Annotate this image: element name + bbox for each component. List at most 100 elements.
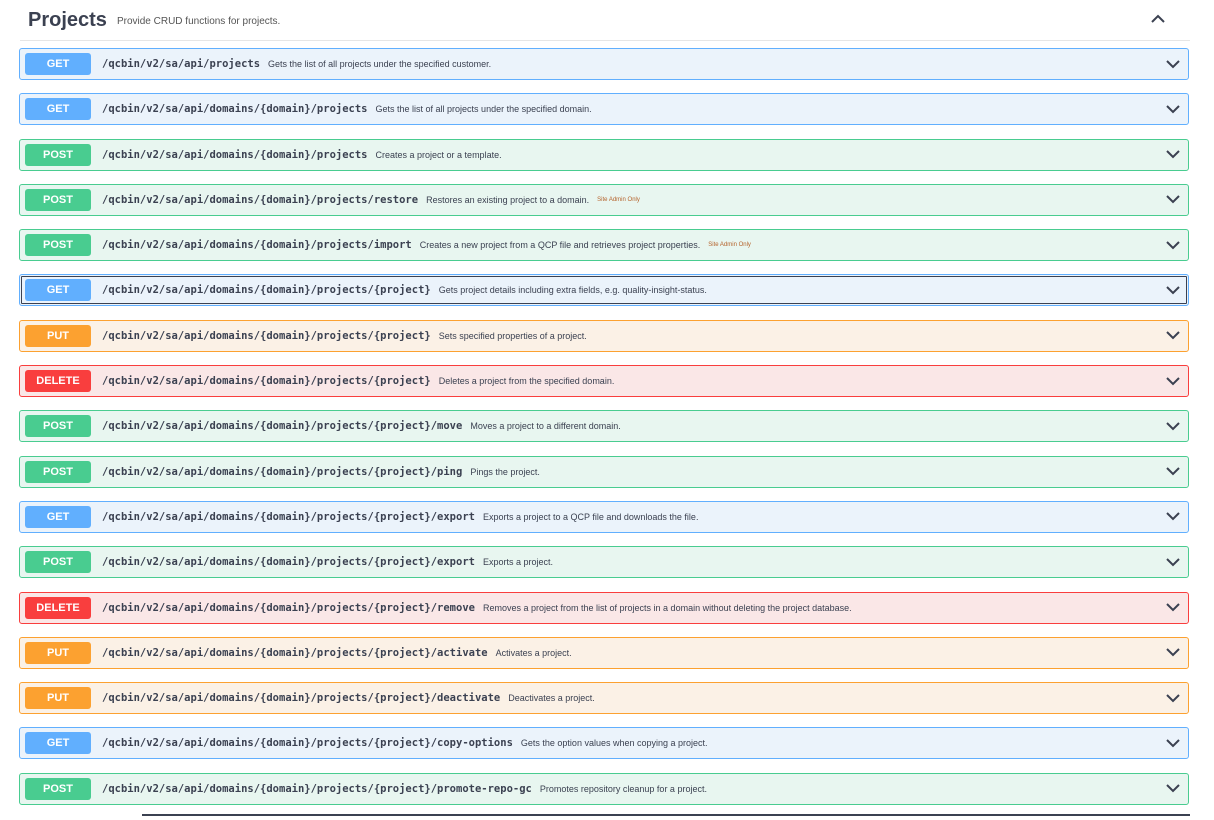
method-badge: DELETE [25, 370, 91, 393]
expand-operation-button[interactable] [1166, 57, 1180, 71]
expand-operation-button[interactable] [1166, 193, 1180, 207]
operation-row[interactable]: GET/qcbin/v2/sa/api/domains/{domain}/pro… [19, 274, 1189, 307]
operation-row[interactable]: DELETE/qcbin/v2/sa/api/domains/{domain}/… [19, 365, 1189, 398]
chevron-down-icon [1166, 376, 1180, 385]
method-badge: GET [25, 732, 91, 755]
endpoint-summary: Creates a new project from a QCP file an… [419, 240, 701, 251]
endpoint-summary: Gets the list of all projects under the … [268, 59, 492, 69]
endpoint-summary: Activates a project. [495, 647, 572, 658]
chevron-down-icon [1166, 240, 1180, 250]
chevron-down-icon [1166, 784, 1180, 793]
chevron-down-icon [1166, 105, 1180, 114]
chevron-up-icon [1151, 14, 1165, 23]
operation-row[interactable]: GET/qcbin/v2/sa/api/projects Gets the lis… [19, 48, 1189, 80]
section-header-projects[interactable]: Projects Provide CRUD functions for proj… [20, 0, 1190, 41]
endpoint-summary: Promotes repository cleanup for a projec… [539, 783, 707, 794]
endpoint-path: /qcbin/v2/sa/api/domains/{domain}/projec… [102, 103, 368, 116]
operation-row[interactable]: GET/qcbin/v2/sa/api/domains/{domain}/pro… [19, 93, 1189, 126]
expand-operation-button[interactable] [1166, 465, 1180, 479]
endpoint-summary: Restores an existing project to a domain… [426, 194, 590, 205]
endpoint-summary: Gets the option values when copying a pr… [520, 738, 708, 749]
endpoint-summary: Sets specified properties of a project. [438, 330, 587, 341]
endpoint-summary: Exports a project to a QCP file and down… [482, 511, 699, 522]
expand-operation-button[interactable] [1166, 329, 1180, 343]
operation-row[interactable]: PUT/qcbin/v2/sa/api/domains/{domain}/pro… [19, 636, 1189, 669]
endpoint-summary: Deactivates a project. [508, 693, 595, 704]
endpoint-path: /qcbin/v2/sa/api/domains/{domain}/projec… [102, 782, 532, 795]
expand-operation-button[interactable] [1166, 510, 1180, 524]
method-badge: PUT [25, 687, 91, 710]
operation-row[interactable]: POST/qcbin/v2/sa/api/domains/{domain}/pr… [19, 183, 1189, 216]
site-admin-badge: Site Admin Only [708, 242, 751, 249]
endpoint-path: /qcbin/v2/sa/api/domains/{domain}/projec… [102, 329, 431, 342]
endpoint-path: /qcbin/v2/sa/api/projects [102, 58, 261, 70]
chevron-down-icon [1166, 286, 1180, 295]
operation-row[interactable]: POST/qcbin/v2/sa/api/domains/{domain}/pr… [19, 229, 1189, 262]
expand-operation-button[interactable] [1166, 102, 1180, 116]
endpoint-summary: Pings the project. [470, 466, 540, 477]
endpoint-path: /qcbin/v2/sa/api/domains/{domain}/projec… [102, 375, 431, 388]
operation-row[interactable]: POST/qcbin/v2/sa/api/domains/{domain}/pr… [19, 138, 1189, 171]
collapse-section-button[interactable] [1148, 9, 1168, 29]
expand-operation-button[interactable] [1166, 691, 1180, 705]
operation-row[interactable]: PUT/qcbin/v2/sa/api/domains/{domain}/pro… [19, 682, 1189, 715]
endpoint-path: /qcbin/v2/sa/api/domains/{domain}/projec… [102, 284, 431, 297]
endpoint-summary: Moves a project to a different domain. [470, 421, 621, 432]
method-badge: PUT [25, 641, 91, 664]
operation-row[interactable]: POST/qcbin/v2/sa/api/domains/{domain}/pr… [19, 455, 1189, 488]
operations-list: GET/qcbin/v2/sa/api/projects Gets the lis… [19, 48, 1189, 818]
endpoint-path: /qcbin/v2/sa/api/domains/{domain}/projec… [102, 465, 463, 478]
chevron-down-icon [1166, 150, 1180, 159]
horizontal-scrollbar[interactable] [142, 814, 1190, 816]
endpoint-path: /qcbin/v2/sa/api/domains/{domain}/projec… [102, 510, 475, 523]
chevron-down-icon [1166, 331, 1180, 340]
chevron-down-icon [1166, 693, 1180, 703]
endpoint-path: /qcbin/v2/sa/api/domains/{domain}/projec… [102, 148, 368, 161]
expand-operation-button[interactable] [1166, 601, 1180, 615]
expand-operation-button[interactable] [1166, 283, 1180, 297]
endpoint-path: /qcbin/v2/sa/api/domains/{domain}/projec… [102, 193, 419, 206]
method-badge: POST [25, 188, 91, 211]
operation-row[interactable]: GET/qcbin/v2/sa/api/domains/{domain}/pro… [19, 727, 1189, 760]
method-badge: POST [25, 551, 91, 574]
chevron-down-icon [1166, 195, 1180, 204]
operation-row[interactable]: PUT/qcbin/v2/sa/api/domains/{domain}/pro… [19, 319, 1189, 352]
section-description: Provide CRUD functions for projects. [116, 16, 281, 27]
expand-operation-button[interactable] [1166, 419, 1180, 433]
method-badge: DELETE [25, 596, 91, 619]
endpoint-path: /qcbin/v2/sa/api/domains/{domain}/projec… [102, 692, 501, 705]
endpoint-path: /qcbin/v2/sa/api/domains/{domain}/projec… [102, 601, 475, 614]
endpoint-path: /qcbin/v2/sa/api/domains/{domain}/projec… [102, 420, 463, 433]
expand-operation-button[interactable] [1166, 646, 1180, 660]
endpoint-path: /qcbin/v2/sa/api/domains/{domain}/projec… [102, 737, 513, 750]
expand-operation-button[interactable] [1166, 782, 1180, 796]
method-badge: POST [25, 415, 91, 438]
endpoint-summary: Deletes a project from the specified dom… [438, 376, 615, 387]
method-badge: POST [25, 143, 91, 166]
method-badge: GET [25, 98, 91, 121]
chevron-down-icon [1166, 512, 1180, 521]
endpoint-path: /qcbin/v2/sa/api/domains/{domain}/projec… [102, 239, 412, 252]
endpoint-path: /qcbin/v2/sa/api/domains/{domain}/projec… [102, 556, 475, 569]
operation-row[interactable]: DELETE/qcbin/v2/sa/api/domains/{domain}/… [19, 591, 1189, 624]
operation-row[interactable]: POST/qcbin/v2/sa/api/domains/{domain}/pr… [19, 410, 1189, 443]
expand-operation-button[interactable] [1166, 555, 1180, 569]
method-badge: POST [25, 234, 91, 257]
chevron-down-icon [1166, 422, 1180, 431]
endpoint-summary: Gets project details including extra fie… [438, 285, 707, 296]
expand-operation-button[interactable] [1166, 238, 1180, 252]
method-badge: GET [25, 53, 91, 75]
expand-operation-button[interactable] [1166, 736, 1180, 750]
expand-operation-button[interactable] [1166, 374, 1180, 388]
method-badge: PUT [25, 324, 91, 347]
operation-row[interactable]: POST/qcbin/v2/sa/api/domains/{domain}/pr… [19, 546, 1189, 579]
operation-row[interactable]: GET/qcbin/v2/sa/api/domains/{domain}/pro… [19, 500, 1189, 533]
method-badge: GET [25, 505, 91, 528]
chevron-down-icon [1166, 467, 1180, 476]
endpoint-summary: Removes a project from the list of proje… [482, 602, 852, 613]
method-badge: POST [25, 777, 91, 800]
chevron-down-icon [1166, 603, 1180, 612]
endpoint-path: /qcbin/v2/sa/api/domains/{domain}/projec… [102, 646, 488, 659]
operation-row[interactable]: POST/qcbin/v2/sa/api/domains/{domain}/pr… [19, 772, 1189, 805]
expand-operation-button[interactable] [1166, 148, 1180, 162]
